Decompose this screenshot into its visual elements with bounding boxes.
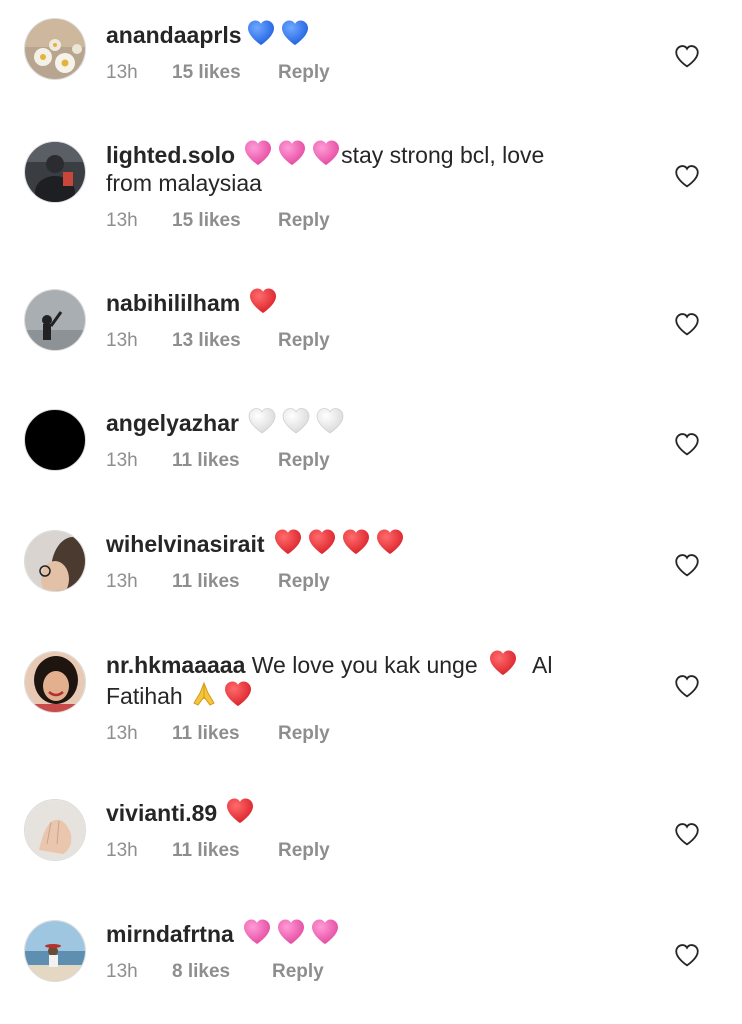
folded-hands-icon (189, 679, 219, 708)
like-heart-icon[interactable] (674, 312, 700, 336)
pink-heart-icon (277, 138, 307, 167)
comment-time: 13h (106, 450, 138, 471)
comment-time: 13h (106, 723, 138, 744)
blue-heart-icon (280, 18, 310, 47)
reply-button[interactable]: Reply (278, 571, 330, 593)
username[interactable]: mirndafrtna (106, 921, 234, 947)
comment-time: 13h (106, 330, 138, 351)
avatar[interactable] (24, 141, 86, 203)
red-heart-icon (488, 648, 518, 677)
comment-text: Fatihah (106, 683, 183, 709)
like-heart-icon[interactable] (674, 822, 700, 846)
red-heart-icon (225, 796, 255, 825)
pink-heart-icon (311, 138, 341, 167)
comment-text: We love you kak unge (251, 652, 478, 678)
comment-text: Al (532, 652, 553, 678)
comment-time: 13h (106, 62, 138, 83)
white-heart-icon (281, 406, 311, 435)
like-count[interactable]: 11 likes (172, 450, 278, 472)
like-count[interactable]: 11 likes (172, 571, 278, 593)
red-heart-icon (223, 679, 253, 708)
pink-heart-icon (276, 917, 306, 946)
avatar[interactable] (24, 409, 86, 471)
username[interactable]: vivianti.89 (106, 800, 217, 826)
red-heart-icon (341, 527, 371, 556)
username[interactable]: nr.hkmaaaaa (106, 652, 245, 678)
reply-button[interactable]: Reply (272, 961, 324, 983)
like-heart-icon[interactable] (674, 44, 700, 68)
pink-heart-icon (310, 917, 340, 946)
like-count[interactable]: 15 likes (172, 210, 278, 232)
like-count[interactable]: 13 likes (172, 330, 278, 352)
reply-button[interactable]: Reply (278, 330, 330, 352)
like-heart-icon[interactable] (674, 553, 700, 577)
comment-text: stay strong bcl, love (341, 142, 545, 168)
pink-heart-icon (242, 917, 272, 946)
like-count[interactable]: 8 likes (172, 961, 272, 983)
reply-button[interactable]: Reply (278, 210, 330, 232)
reply-button[interactable]: Reply (278, 450, 330, 472)
username[interactable]: anandaaprls (106, 22, 242, 48)
pink-heart-icon (243, 138, 273, 167)
avatar[interactable] (24, 799, 86, 861)
white-heart-icon (247, 406, 277, 435)
like-heart-icon[interactable] (674, 943, 700, 967)
comment-time: 13h (106, 961, 138, 982)
red-heart-icon (248, 286, 278, 315)
red-heart-icon (273, 527, 303, 556)
comment-text: from malaysiaa (106, 170, 262, 196)
blue-heart-icon (246, 18, 276, 47)
username[interactable]: wihelvinasirait (106, 531, 265, 557)
avatar[interactable] (24, 920, 86, 982)
white-heart-icon (315, 406, 345, 435)
avatar[interactable] (24, 651, 86, 713)
like-count[interactable]: 11 likes (172, 840, 278, 862)
reply-button[interactable]: Reply (278, 723, 330, 745)
username[interactable]: angelyazhar (106, 410, 239, 436)
username[interactable]: nabihililham (106, 290, 240, 316)
like-count[interactable]: 15 likes (172, 62, 278, 84)
comment-time: 13h (106, 571, 138, 592)
reply-button[interactable]: Reply (278, 840, 330, 862)
avatar[interactable] (24, 530, 86, 592)
reply-button[interactable]: Reply (278, 62, 330, 84)
like-count[interactable]: 11 likes (172, 723, 278, 745)
comment-time: 13h (106, 210, 138, 231)
avatar[interactable] (24, 18, 86, 80)
like-heart-icon[interactable] (674, 674, 700, 698)
username[interactable]: lighted.solo (106, 142, 235, 168)
comment-time: 13h (106, 840, 138, 861)
red-heart-icon (375, 527, 405, 556)
avatar[interactable] (24, 289, 86, 351)
red-heart-icon (307, 527, 337, 556)
like-heart-icon[interactable] (674, 432, 700, 456)
like-heart-icon[interactable] (674, 164, 700, 188)
